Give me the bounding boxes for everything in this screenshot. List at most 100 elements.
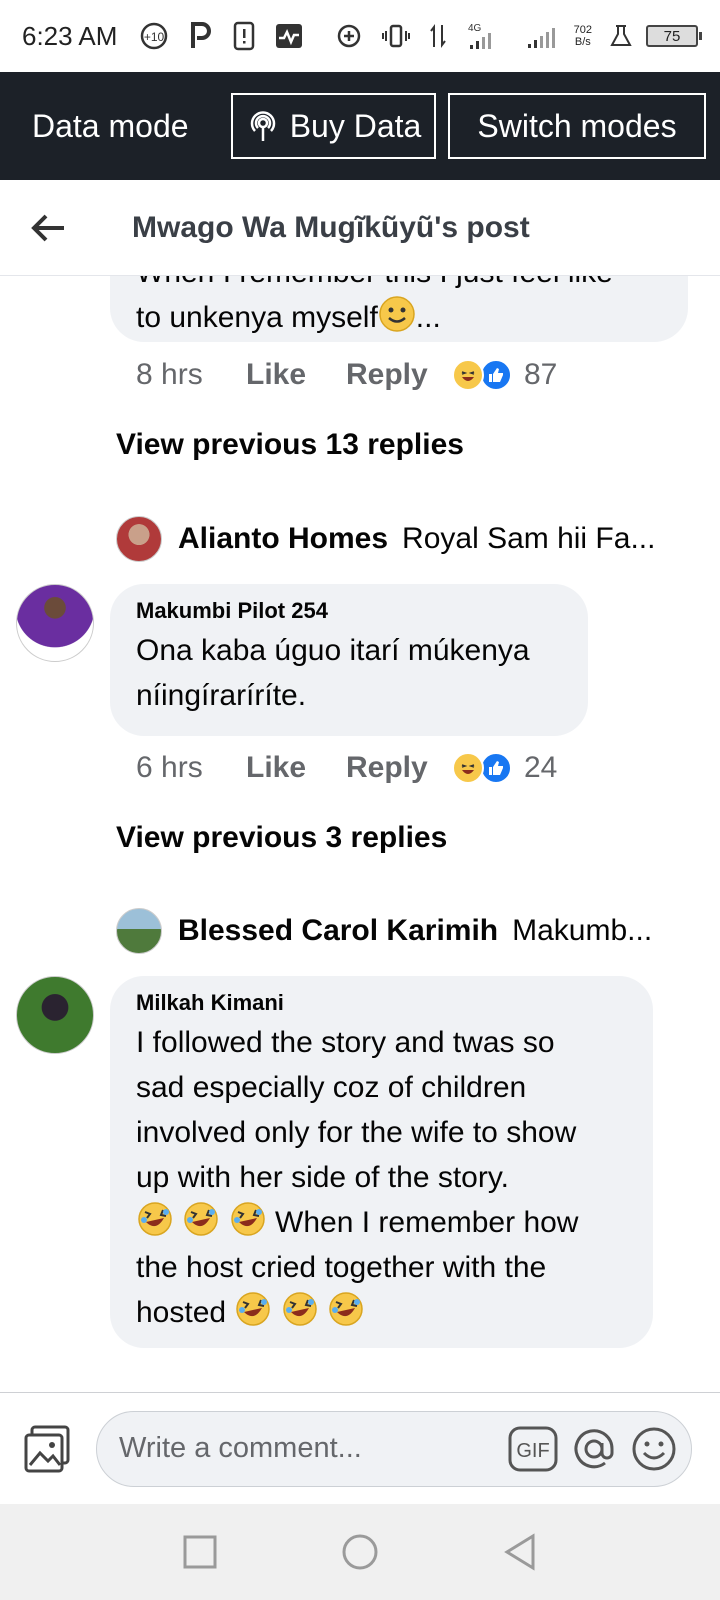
emoji-button[interactable] (630, 1424, 678, 1474)
page-title: Mwago Wa Mugĩkũyũ's post (132, 210, 530, 244)
slightly-smiling-emoji-icon (379, 296, 415, 332)
smiley-icon (632, 1427, 676, 1470)
like-button[interactable]: Like (246, 358, 346, 392)
comment-bubble[interactable]: Milkah Kimani I followed the story and t… (110, 976, 653, 1348)
post-header: Mwago Wa Mugĩkũyũ's post (0, 180, 720, 276)
reply-author[interactable]: Alianto Homes (178, 522, 388, 556)
parking-icon (189, 22, 213, 50)
reply-author[interactable]: Blessed Carol Karimih (178, 914, 498, 948)
comment-text-line: up with her side of the story. (136, 1161, 509, 1194)
rolling-laughing-emoji-icon (184, 1202, 219, 1236)
rolling-laughing-emoji-icon (329, 1292, 363, 1326)
haha-reaction-icon (452, 359, 484, 391)
comment-text-partial: When I remember this I just feel like (136, 276, 662, 295)
avatar[interactable] (116, 516, 162, 562)
recents-button[interactable] (170, 1522, 230, 1582)
data-saver-icon (336, 23, 362, 49)
nav-back-button[interactable] (490, 1522, 550, 1582)
comment-time: 8 hrs (136, 358, 203, 391)
net-speed: 702 B/s (574, 24, 592, 48)
comment-text-line: I followed the story and twas so (136, 1026, 555, 1059)
signal-4g-icon: 4G (466, 21, 506, 51)
reaction-count: 24 (524, 751, 558, 784)
mention-button[interactable] (570, 1424, 618, 1474)
latest-reply[interactable]: Blessed Carol Karimih Makumb... (116, 908, 686, 954)
comment-composer: GIF (0, 1392, 720, 1504)
flask-icon (610, 24, 632, 48)
comment-meta: 8 hrs Like Reply 87 (136, 358, 557, 392)
at-sign-icon (574, 1428, 614, 1468)
reply-button[interactable]: Reply (346, 751, 452, 785)
svg-text:+10: +10 (144, 30, 165, 44)
home-button[interactable] (330, 1522, 390, 1582)
view-previous-replies[interactable]: View previous 3 replies (116, 821, 447, 855)
battery-icon: 75 (646, 25, 702, 47)
view-previous-replies[interactable]: View previous 13 replies (116, 428, 464, 462)
comment-author[interactable]: Milkah Kimani (136, 990, 627, 1016)
avatar[interactable] (16, 584, 94, 662)
data-mode-label: Data mode (32, 107, 189, 144)
add-photo-button[interactable] (0, 1401, 96, 1497)
comment-text-line: sad especially coz of children (136, 1071, 527, 1104)
square-icon (183, 1535, 217, 1569)
comment-meta: 6 hrs Like Reply 24 (136, 751, 557, 785)
avatar[interactable] (16, 976, 94, 1054)
comment-text-line: níingíraríríte. (136, 679, 307, 712)
svg-text:GIF: GIF (516, 1440, 549, 1462)
back-button[interactable] (0, 180, 96, 276)
circle-icon (342, 1534, 378, 1570)
gif-button[interactable]: GIF (508, 1424, 558, 1474)
reactions[interactable] (452, 752, 512, 784)
signal-icon (526, 22, 556, 50)
comment-text-line-emoji: When I remember how (136, 1200, 627, 1245)
rolling-laughing-emoji-icon (283, 1292, 317, 1326)
like-button[interactable]: Like (246, 751, 346, 785)
activity-icon (275, 23, 303, 49)
comment-text-line: Ona kaba úguo itarí múkenya (136, 634, 530, 667)
notification-badge-icon: +10 (139, 21, 169, 51)
comment-input-box[interactable]: GIF (96, 1410, 692, 1487)
data-mode-bar: Data mode Buy Data Switch modes (0, 72, 720, 180)
phone-alert-icon (233, 21, 255, 51)
comment-text-line: involved only for the wife to show (136, 1116, 577, 1149)
rolling-laughing-emoji-icon (230, 1202, 265, 1236)
reply-snippet: Makumb... (512, 914, 653, 947)
switch-modes-label: Switch modes (477, 107, 677, 144)
triangle-back-icon (504, 1533, 535, 1571)
reaction-count: 87 (524, 358, 558, 391)
data-arrows-icon (429, 23, 446, 49)
comments-feed[interactable]: When I remember this I just feel like to… (0, 276, 720, 1392)
reactions[interactable] (452, 359, 512, 391)
vibrate-icon (381, 23, 410, 49)
rolling-laughing-emoji-icon (236, 1292, 271, 1326)
comment-bubble[interactable]: Makumbi Pilot 254 Ona kaba úguo itarí mú… (110, 584, 588, 736)
comment-text-line: the host cried together with the (136, 1251, 547, 1284)
net-speed-unit: B/s (574, 36, 591, 48)
comment-text: to unkenya myself... (136, 295, 662, 340)
latest-reply[interactable]: Alianto Homes Royal Sam hii Fa... (116, 516, 686, 562)
svg-text:4G: 4G (468, 23, 482, 34)
like-reaction-icon (480, 752, 512, 784)
buy-data-button[interactable]: Buy Data (231, 93, 436, 159)
comment-author[interactable]: Makumbi Pilot 254 (136, 598, 562, 624)
net-speed-value: 702 (573, 24, 592, 36)
broadcast-icon (250, 111, 275, 141)
gif-icon: GIF (508, 1426, 558, 1471)
photo-icon (24, 1425, 70, 1472)
switch-modes-button[interactable]: Switch modes (447, 93, 706, 159)
reply-snippet: Royal Sam hii Fa... (402, 522, 656, 555)
avatar[interactable] (116, 908, 162, 954)
rolling-laughing-emoji-icon (138, 1202, 172, 1236)
haha-reaction-icon (452, 752, 484, 784)
reply-button[interactable]: Reply (346, 358, 452, 392)
comment-text-line-emoji: hosted (136, 1290, 627, 1335)
battery-level: 75 (663, 27, 681, 45)
like-reaction-icon (480, 359, 512, 391)
status-time: 6:23 AM (22, 20, 118, 51)
comment-input[interactable] (119, 1432, 496, 1465)
comment-bubble[interactable]: When I remember this I just feel like to… (110, 276, 688, 342)
status-bar: 6:23 AM +10 4G 702 B/s 75 (0, 0, 720, 72)
system-nav-bar (0, 1504, 720, 1600)
comment-time: 6 hrs (136, 751, 203, 784)
buy-data-label: Buy Data (289, 107, 422, 144)
